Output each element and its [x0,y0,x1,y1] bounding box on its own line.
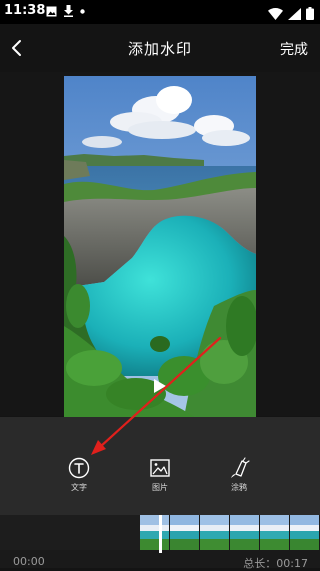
battery-icon [306,5,314,24]
top-app-bar: 添加水印 完成 [0,24,320,72]
timeline-thumbnail [200,515,230,550]
signal-icon [288,5,301,24]
total-duration: 总长：00:17 [243,557,308,570]
image-icon [149,457,171,479]
timeline-thumbnail [170,515,200,550]
play-icon [154,379,166,393]
watermark-toolbar: 文字 图片 涂鸦 [0,417,320,515]
current-time: 00:00 [13,555,45,568]
video-preview[interactable] [64,76,256,417]
timeline-thumbnail [260,515,290,550]
done-button[interactable]: 完成 [280,39,308,59]
timeline-empty-track [0,515,140,550]
status-bar: 11:38 [0,0,320,24]
timeline-thumbnail [230,515,260,550]
play-button[interactable] [153,378,167,394]
download-notification-icon [63,5,74,17]
preview-area [0,72,320,417]
timeline-thumbnail [290,515,320,550]
doodle-tool-button[interactable]: 涂鸦 [219,457,259,493]
text-tool-label: 文字 [71,483,87,492]
timeline-playhead[interactable] [159,515,162,553]
text-tool-button[interactable]: 文字 [59,457,99,493]
status-time: 11:38 [4,3,46,18]
timeline[interactable]: 00:00 总长：00:17 [0,515,320,570]
page-title: 添加水印 [127,40,192,58]
doodle-brush-icon [228,457,250,479]
video-frame-image [64,76,256,417]
image-tool-label: 图片 [152,483,168,492]
wifi-icon [268,5,283,24]
notification-dot-icon [80,8,85,14]
timeline-thumbnail [140,515,170,550]
text-t-icon [68,457,90,479]
doodle-tool-label: 涂鸦 [231,483,247,492]
photo-notification-icon [46,6,57,17]
timeline-thumbnails[interactable] [140,515,320,550]
image-tool-button[interactable]: 图片 [140,457,180,493]
